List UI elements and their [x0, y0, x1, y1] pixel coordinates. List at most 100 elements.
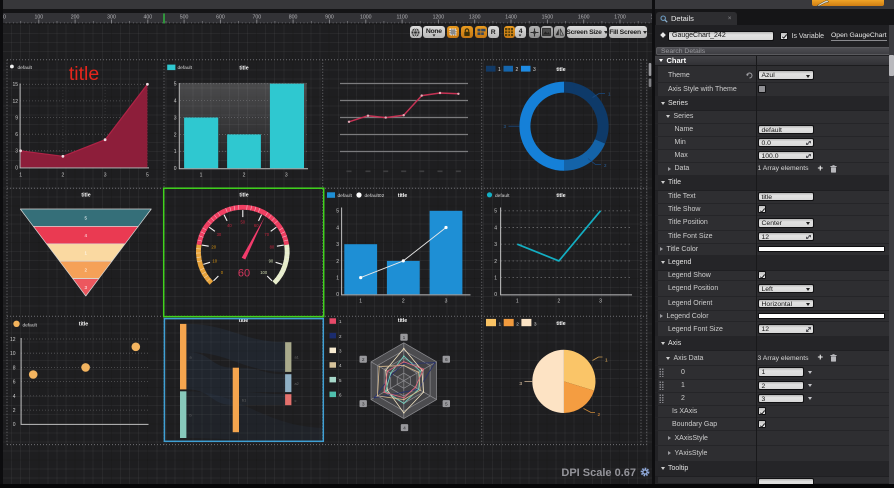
svg-text:title: title [239, 66, 248, 72]
svg-text:1: 1 [608, 92, 611, 97]
svg-text:title: title [556, 67, 565, 73]
svg-text:1: 1 [359, 299, 362, 305]
svg-text:5: 5 [339, 378, 342, 383]
svg-text:1: 1 [19, 173, 22, 179]
svg-text:title: title [81, 193, 90, 199]
svg-text:2: 2 [62, 173, 65, 179]
svg-text:0: 0 [13, 422, 16, 428]
svg-text:title: title [398, 193, 407, 199]
svg-text:4: 4 [336, 225, 339, 231]
svg-text:1: 1 [339, 319, 342, 324]
svg-text:0: 0 [174, 166, 177, 172]
svg-text:title: title [556, 193, 565, 199]
svg-text:1: 1 [516, 299, 519, 305]
svg-text:1: 1 [403, 335, 406, 341]
svg-text:1700: 1700 [614, 14, 626, 20]
svg-text:3: 3 [362, 402, 365, 408]
svg-text:3: 3 [503, 124, 506, 129]
svg-text:3: 3 [534, 321, 537, 327]
svg-text:1: 1 [605, 358, 608, 364]
svg-text:c: c [295, 399, 297, 403]
svg-text:b: b [190, 414, 192, 418]
svg-text:9: 9 [15, 115, 18, 121]
svg-text:0: 0 [221, 270, 224, 275]
svg-text:0: 0 [336, 292, 339, 298]
svg-text:2: 2 [558, 299, 561, 305]
svg-text:5: 5 [174, 82, 177, 88]
svg-text:5: 5 [336, 209, 339, 215]
svg-text:2: 2 [516, 67, 519, 73]
svg-text:6: 6 [445, 357, 448, 363]
svg-text:3: 3 [599, 299, 602, 305]
svg-text:5: 5 [494, 209, 497, 215]
svg-text:title: title [398, 318, 407, 324]
svg-text:title: title [69, 63, 99, 85]
svg-text:10: 10 [10, 351, 16, 357]
svg-text:a1: a1 [295, 356, 299, 360]
svg-text:1: 1 [494, 276, 497, 282]
svg-text:0: 0 [3, 14, 6, 20]
svg-text:default02: default02 [365, 193, 385, 199]
svg-text:6: 6 [339, 392, 342, 397]
svg-text:12: 12 [12, 99, 18, 105]
svg-text:3: 3 [494, 242, 497, 248]
svg-text:1200: 1200 [433, 14, 445, 20]
svg-text:5: 5 [445, 402, 448, 408]
svg-text:15: 15 [12, 82, 18, 88]
svg-text:4: 4 [339, 363, 342, 368]
svg-text:600: 600 [216, 14, 225, 20]
svg-text:1100: 1100 [397, 14, 408, 20]
svg-text:title: title [556, 321, 565, 327]
svg-text:default: default [338, 193, 353, 199]
svg-text:3: 3 [104, 173, 107, 179]
svg-text:1000: 1000 [360, 14, 372, 20]
svg-text:20: 20 [211, 245, 216, 250]
svg-text:2: 2 [402, 299, 405, 305]
svg-text:default: default [495, 193, 510, 199]
svg-text:title: title [79, 322, 88, 328]
svg-text:1400: 1400 [505, 14, 517, 20]
svg-text:default: default [178, 65, 193, 71]
svg-text:1500: 1500 [542, 14, 554, 20]
svg-text:2: 2 [494, 259, 497, 265]
svg-text:5: 5 [146, 173, 149, 179]
svg-text:100: 100 [34, 14, 43, 20]
svg-text:4: 4 [403, 426, 406, 432]
svg-text:3: 3 [336, 242, 339, 248]
svg-text:0: 0 [15, 165, 18, 171]
svg-text:b1: b1 [242, 399, 246, 403]
svg-text:3: 3 [339, 349, 342, 354]
svg-text:1: 1 [498, 67, 501, 73]
svg-text:60: 60 [238, 268, 250, 280]
svg-text:90: 90 [269, 258, 274, 263]
svg-text:3: 3 [519, 381, 522, 387]
svg-text:1600: 1600 [578, 14, 590, 20]
svg-text:1: 1 [336, 276, 339, 282]
svg-text:10: 10 [212, 258, 217, 263]
svg-text:6: 6 [13, 380, 16, 386]
svg-text:4: 4 [494, 225, 497, 231]
svg-text:3: 3 [533, 67, 536, 73]
svg-text:0: 0 [494, 292, 497, 298]
svg-text:60: 60 [254, 223, 259, 228]
svg-text:12: 12 [10, 337, 16, 343]
svg-text:1: 1 [174, 149, 177, 155]
svg-text:300: 300 [107, 14, 116, 20]
svg-text:2: 2 [516, 321, 519, 327]
svg-text:3: 3 [445, 299, 448, 305]
svg-text:80: 80 [270, 245, 275, 250]
svg-text:4: 4 [13, 394, 16, 400]
svg-text:2: 2 [339, 334, 342, 339]
svg-text:800: 800 [289, 14, 298, 20]
svg-text:6: 6 [15, 132, 18, 138]
svg-text:40: 40 [227, 223, 232, 228]
svg-text:default: default [23, 322, 38, 328]
svg-text:3: 3 [285, 173, 288, 179]
svg-text:1: 1 [200, 173, 203, 179]
svg-text:700: 700 [252, 14, 261, 20]
svg-text:2: 2 [598, 412, 601, 418]
svg-text:2: 2 [174, 132, 177, 138]
svg-text:default: default [18, 65, 33, 71]
svg-text:30: 30 [217, 232, 222, 237]
svg-text:a2: a2 [295, 382, 299, 386]
